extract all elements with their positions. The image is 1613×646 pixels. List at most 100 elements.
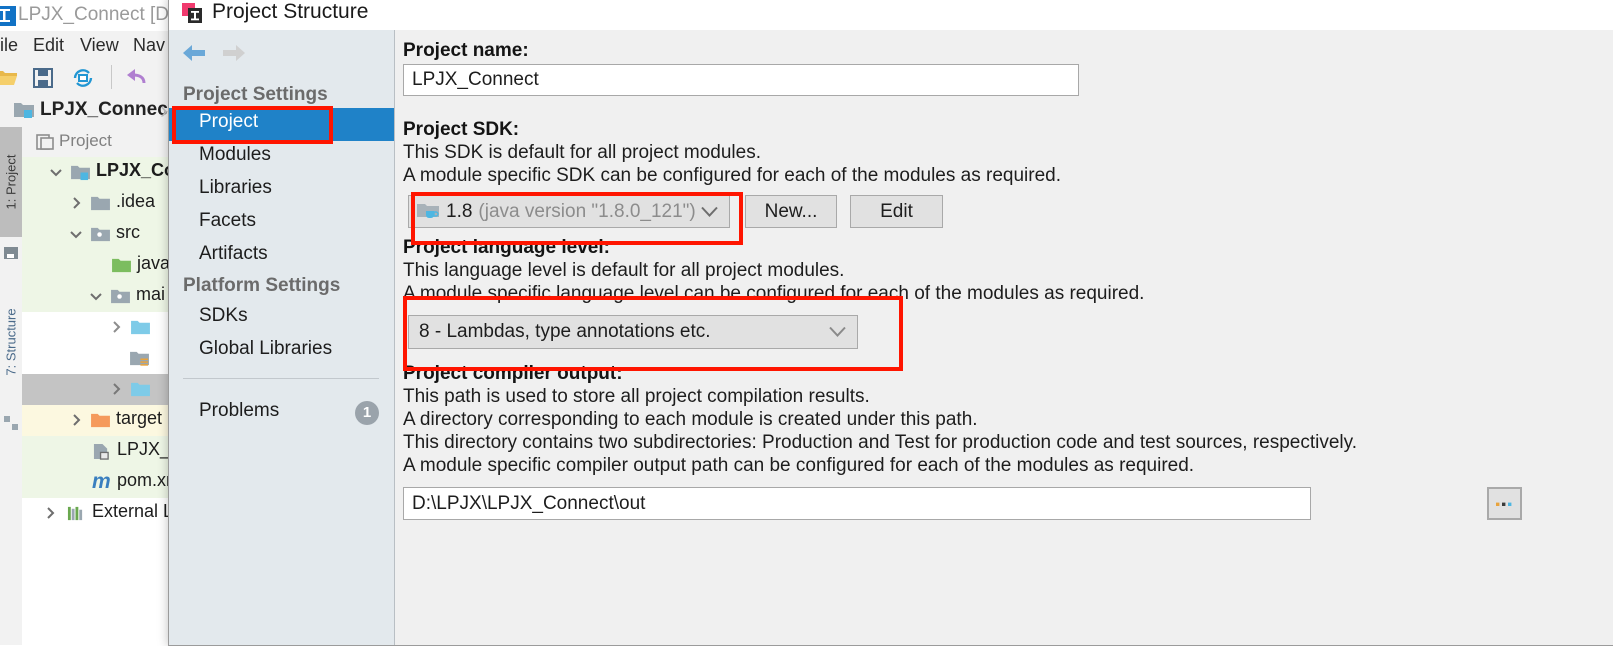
sidebar-item-facets[interactable]: Facets (169, 207, 394, 240)
structure-icon (4, 416, 18, 430)
sidebar-item-label: Problems (199, 400, 280, 421)
sidebar-item-label: Global Libraries (199, 338, 333, 359)
tool-tab-structure[interactable]: 7: Structure (0, 277, 22, 407)
edit-sdk-button[interactable]: Edit (850, 195, 943, 228)
source-folder-icon (91, 227, 110, 242)
chevron-right-icon[interactable] (68, 412, 84, 428)
sidebar-item-project[interactable]: Project (169, 108, 394, 141)
menu-view[interactable]: View (80, 35, 119, 56)
blue-folder-icon (131, 382, 150, 397)
sidebar-item-label: Libraries (199, 177, 272, 198)
compiler-output-input[interactable]: D:\LPJX\LPJX_Connect\out (403, 487, 1311, 520)
tree-row[interactable]: java (22, 250, 172, 281)
dialog-body: Project Settings Project Modules Librari… (169, 30, 1613, 645)
sidebar-item-artifacts[interactable]: Artifacts (169, 240, 394, 273)
nav-group-platform-settings: Platform Settings (183, 275, 341, 296)
tree-row[interactable] (22, 374, 172, 405)
chevron-right-icon[interactable] (42, 505, 58, 521)
language-level-description-line-2: A module specific language level can be … (403, 283, 1145, 304)
language-level-value: 8 - Lambdas, type annotations etc. (419, 321, 711, 342)
sdk-description-line-2: A module specific SDK can be configured … (403, 165, 1061, 186)
project-panel-title: Project (59, 131, 112, 150)
tool-tab-structure-label: 7: Structure (3, 308, 19, 376)
sidebar-item-modules[interactable]: Modules (169, 141, 394, 174)
java-sdk-icon (417, 204, 439, 218)
tree-row[interactable]: External Lib (22, 498, 187, 529)
orange-folder-icon (91, 413, 110, 428)
sidebar-divider (183, 378, 379, 379)
compiler-output-label: Project compiler output: (403, 363, 623, 384)
language-level-combo[interactable]: 8 - Lambdas, type annotations etc. (408, 315, 858, 349)
breadcrumb-project[interactable]: LPJX_Connect (40, 99, 174, 121)
compiler-description-line-1: This path is used to store all project c… (403, 386, 870, 407)
sdk-description-line-1: This SDK is default for all project modu… (403, 142, 761, 163)
tree-item-label: java (137, 253, 171, 273)
undo-icon[interactable] (124, 66, 148, 90)
libraries-icon (67, 506, 83, 521)
project-name-input[interactable]: LPJX_Connect (403, 64, 1079, 96)
nav-group-project-settings: Project Settings (183, 84, 328, 105)
sidebar-item-global-libraries[interactable]: Global Libraries (169, 335, 394, 368)
sidebar-item-label: Project (199, 111, 259, 132)
ellipsis-icon (1495, 502, 1511, 506)
sidebar-item-libraries[interactable]: Libraries (169, 174, 394, 207)
sync-icon[interactable] (71, 66, 95, 90)
menu-navigate[interactable]: Nav (133, 35, 165, 56)
menu-edit[interactable]: Edit (33, 35, 64, 56)
language-level-description-line-1: This language level is default for all p… (403, 260, 845, 281)
sidebar-item-label: Artifacts (199, 243, 268, 264)
project-files-icon (4, 247, 18, 259)
project-name-label: Project name: (403, 40, 529, 61)
ide-window-title: LPJX_Connect [D:\L (18, 4, 191, 25)
tree-row[interactable]: src (22, 219, 172, 250)
project-icon (36, 134, 54, 150)
sdk-version-detail: (java version "1.8.0_121") (478, 200, 696, 222)
arrow-right-icon[interactable] (221, 42, 247, 64)
resources-folder-icon (130, 351, 149, 366)
project-sdk-label: Project SDK: (403, 119, 520, 140)
sidebar-item-sdks[interactable]: SDKs (169, 302, 394, 335)
dialog-sidebar: Project Settings Project Modules Librari… (169, 30, 395, 645)
sdk-version: 1.8 (446, 200, 473, 222)
chevron-down-icon[interactable] (829, 326, 846, 338)
chevron-right-icon[interactable] (108, 381, 124, 397)
project-sdk-combo[interactable]: 1.8 (java version "1.8.0_121") (408, 195, 730, 228)
project-panel-header: Project (22, 127, 172, 158)
sidebar-item-label: SDKs (199, 305, 248, 326)
green-folder-icon (112, 258, 131, 273)
tree-row[interactable]: m pom.xm (22, 467, 181, 498)
chevron-right-icon[interactable] (108, 319, 124, 335)
tool-tab-project[interactable]: 1: Project (0, 127, 22, 237)
maven-icon: m (92, 470, 111, 493)
intellij-idea-icon (182, 3, 202, 23)
module-folder-icon (14, 103, 34, 118)
compiler-description-line-4: A module specific compiler output path c… (403, 455, 1195, 476)
browse-output-path-button[interactable] (1487, 487, 1522, 520)
tree-row[interactable]: .idea (22, 188, 172, 219)
tree-row[interactable] (22, 343, 172, 374)
problems-count-badge: 1 (355, 401, 379, 425)
tree-row[interactable] (22, 312, 172, 343)
compiler-description-line-3: This directory contains two subdirectori… (403, 432, 1357, 453)
open-folder-icon[interactable] (0, 66, 18, 90)
tree-row[interactable]: target (22, 405, 172, 436)
tree-row[interactable]: LPJX_Conn (22, 157, 197, 188)
language-level-label: Project language level: (403, 237, 610, 258)
blue-folder-icon (131, 320, 150, 335)
chevron-down-icon[interactable] (701, 206, 718, 217)
chevron-down-icon[interactable] (88, 288, 104, 304)
arrow-left-icon[interactable] (181, 42, 207, 64)
sidebar-item-label: Modules (199, 144, 271, 165)
new-sdk-button[interactable]: New... (745, 195, 837, 228)
chevron-right-icon[interactable] (68, 195, 84, 211)
chevron-down-icon[interactable] (68, 226, 84, 242)
menu-file[interactable]: ile (0, 35, 18, 56)
chevron-down-icon[interactable] (48, 164, 64, 180)
tree-item-label: mai (136, 284, 166, 304)
save-icon[interactable] (31, 66, 55, 90)
tree-row[interactable]: mai (22, 281, 172, 312)
tree-item-label: target (116, 408, 163, 428)
tree-row[interactable]: LPJX_C (22, 436, 183, 467)
compiler-description-line-2: A directory corresponding to each module… (403, 409, 978, 430)
tree-item-label: src (116, 222, 140, 242)
